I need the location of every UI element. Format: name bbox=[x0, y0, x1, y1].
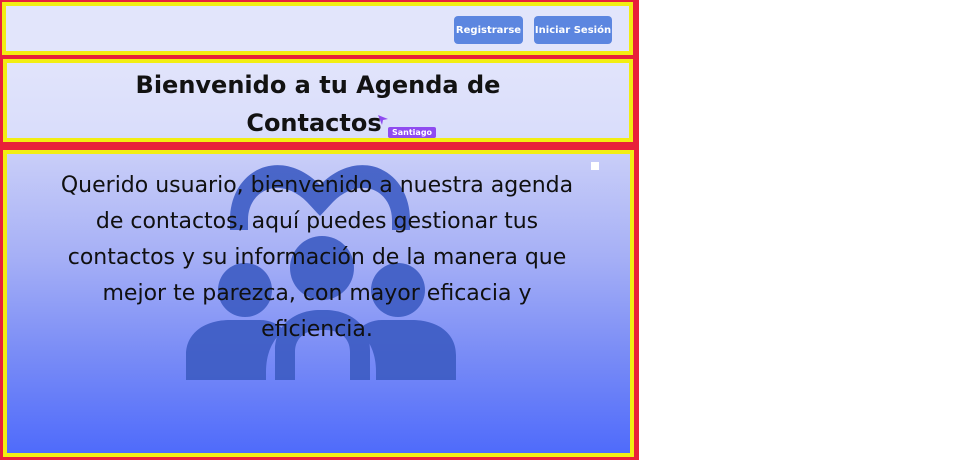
login-button[interactable]: Iniciar Sesión bbox=[534, 16, 612, 44]
resize-handle[interactable] bbox=[591, 162, 599, 170]
page-title-line2: Contactos bbox=[246, 109, 382, 137]
register-button[interactable]: Registrarse bbox=[454, 16, 523, 44]
welcome-text: Querido usuario, bienvenido a nuestra ag… bbox=[60, 173, 574, 342]
page-title: Bienvenido a tu Agenda de Contactos bbox=[3, 66, 633, 142]
collaborator-cursor-label: Santiago bbox=[388, 127, 437, 138]
page-title-line1: Bienvenido a tu Agenda de bbox=[135, 71, 501, 99]
cursor-icon bbox=[378, 115, 388, 125]
